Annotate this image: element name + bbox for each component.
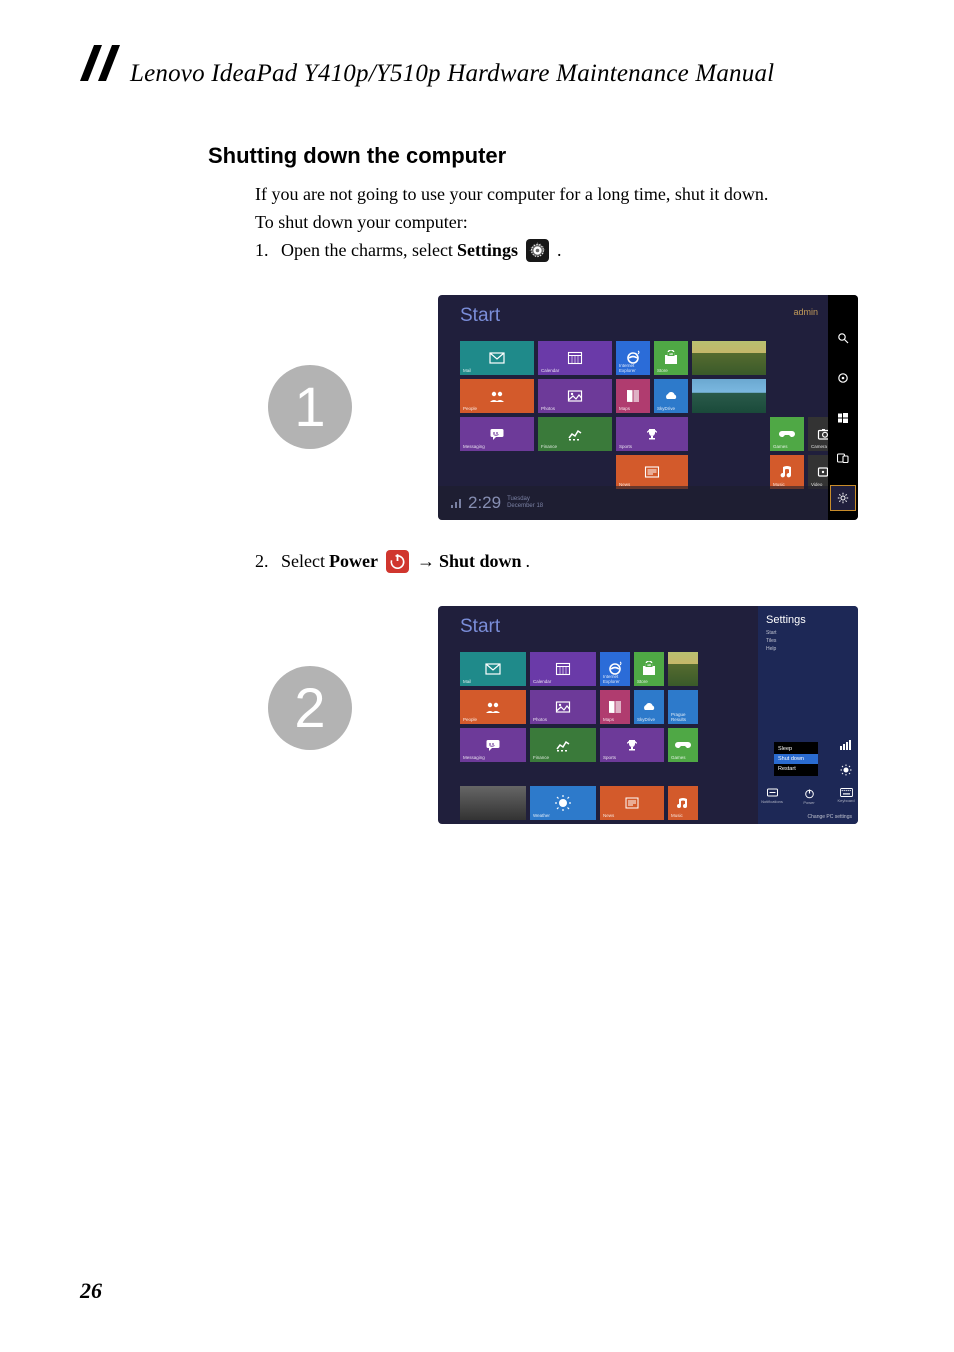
step-1-settings-label: Settings [457, 237, 518, 265]
tile-Maps[interactable]: Maps [616, 379, 650, 413]
power-menu: Sleep Shut down Restart [774, 742, 818, 776]
tile-Store[interactable]: Store [654, 341, 688, 375]
settings-pane-title: Settings [766, 614, 850, 626]
music-tile-2[interactable]: Music [668, 786, 698, 820]
tile-Finance[interactable]: Finance [530, 728, 596, 762]
tile-Calendar[interactable]: Calendar [530, 652, 596, 686]
tile-Photos[interactable]: Photos [530, 690, 596, 724]
user-label: admin [793, 307, 818, 317]
tile-Games[interactable]: Games [770, 417, 804, 451]
intro-line-1: If you are not going to use your compute… [255, 181, 814, 209]
charm-share-icon[interactable] [830, 365, 856, 391]
time-strip: 2:29 Tuesday December 18 [438, 486, 828, 520]
tile-Finance[interactable]: Finance [538, 417, 612, 451]
tile-t-img1[interactable] [668, 652, 698, 686]
tile-Music[interactable]: Music [770, 455, 804, 489]
step-1-post: . [557, 237, 562, 265]
tile-Internet Explorer[interactable]: Internet Explorer [616, 341, 650, 375]
step-2-shutdown-label: Shut down [439, 548, 522, 576]
tile-News[interactable]: News [616, 455, 688, 489]
brand-slash-icon [80, 45, 122, 81]
tile-SkyDrive[interactable]: SkyDrive [654, 379, 688, 413]
tile-Maps[interactable]: Maps [600, 690, 630, 724]
step-2-power-label: Power [329, 548, 378, 576]
settings-bottom-row: Notifications Power Keyboard [764, 788, 854, 806]
power-sleep-item[interactable]: Sleep [774, 744, 818, 754]
charms-bar [828, 295, 858, 520]
power-shutdown-item[interactable]: Shut down [774, 754, 818, 764]
step-1: 1. Open the charms, select Settings . [255, 237, 814, 265]
tile-Photos[interactable]: Photos [538, 379, 612, 413]
step-2-number: 2. [255, 548, 277, 576]
screenshot-settings-power: Start MailCalendarInternet ExplorerStore… [438, 606, 858, 824]
tile-Calendar[interactable]: Calendar [538, 341, 612, 375]
document-title: Lenovo IdeaPad Y410p/Y510p Hardware Main… [130, 60, 774, 88]
step-2-pre: Select [281, 548, 325, 576]
settings-side-icons [838, 740, 854, 782]
tile-People[interactable]: People [460, 379, 534, 413]
charm-start-icon[interactable] [830, 405, 856, 431]
step-2: 2. Select Power → Shut down . [255, 548, 814, 576]
charm-search-icon[interactable] [830, 325, 856, 351]
keyboard-icon[interactable]: Keyboard [838, 788, 854, 806]
tile-t-img2[interactable] [692, 379, 766, 413]
network-icon[interactable] [838, 740, 854, 758]
power-button-icon[interactable]: Power [801, 788, 817, 806]
change-pc-settings[interactable]: Change PC settings [808, 814, 852, 820]
step-2-arrow: → [417, 548, 435, 576]
charm-devices-icon[interactable] [830, 445, 856, 471]
tile-Messaging[interactable]: Messaging [460, 417, 534, 451]
section-heading: Shutting down the computer [208, 143, 874, 169]
step-1-pre: Open the charms, select [281, 237, 453, 265]
start-label-2: Start [460, 616, 500, 638]
network-mini-icon [450, 497, 462, 509]
tiles-grid-2: MailCalendarInternet ExplorerStore People… [460, 652, 698, 762]
figure-1-badge: 1 [268, 365, 352, 449]
charm-settings-icon[interactable] [830, 485, 856, 511]
tile-Games[interactable]: Games [668, 728, 698, 762]
tile-Messaging[interactable]: Messaging [460, 728, 526, 762]
tile-Mail[interactable]: Mail [460, 341, 534, 375]
figure-2: 2 Start MailCalendarInternet ExplorerSto… [80, 606, 874, 824]
intro-line-2: To shut down your computer: [255, 209, 814, 237]
tile-Store[interactable]: Store [634, 652, 664, 686]
settings-pane-item[interactable]: Start [766, 630, 850, 636]
desktop-tile[interactable] [460, 786, 526, 820]
step-2-post: . [526, 548, 531, 576]
tile-Sports[interactable]: Sports [600, 728, 664, 762]
brightness-icon[interactable] [838, 764, 854, 782]
tiles-grid-1: MailCalendarInternet ExplorerStore People… [460, 341, 842, 489]
tile-t-img1[interactable] [692, 341, 766, 375]
time-day-date: Tuesday December 18 [507, 496, 543, 509]
settings-icon [526, 239, 549, 262]
step-1-number: 1. [255, 237, 277, 265]
tile-People[interactable]: People [460, 690, 526, 724]
page-number: 26 [80, 1278, 102, 1304]
settings-pane: Settings Start Tiles Help Sleep Shut dow… [758, 606, 858, 824]
notifications-icon[interactable]: Notifications [764, 788, 780, 806]
figure-2-badge: 2 [268, 666, 352, 750]
tile-SkyDrive[interactable]: SkyDrive [634, 690, 664, 724]
tile-Internet Explorer[interactable]: Internet Explorer [600, 652, 630, 686]
settings-pane-item[interactable]: Help [766, 646, 850, 652]
power-icon [386, 550, 409, 573]
page-header: Lenovo IdeaPad Y410p/Y510p Hardware Main… [80, 45, 874, 88]
tile-Prague Results[interactable]: Prague Results [668, 690, 698, 724]
tile-Sports[interactable]: Sports [616, 417, 688, 451]
figure-1: 1 Start admin MailCalendarInternet Explo… [80, 295, 874, 520]
power-restart-item[interactable]: Restart [774, 764, 818, 774]
settings-pane-item[interactable]: Tiles [766, 638, 850, 644]
weather-tile[interactable]: Weather [530, 786, 596, 820]
screenshot-start-charms: Start admin MailCalendarInternet Explore… [438, 295, 858, 520]
tile-Mail[interactable]: Mail [460, 652, 526, 686]
news-tile-2[interactable]: News [600, 786, 664, 820]
time-value: 2:29 [468, 493, 501, 513]
start-label: Start [460, 305, 500, 327]
